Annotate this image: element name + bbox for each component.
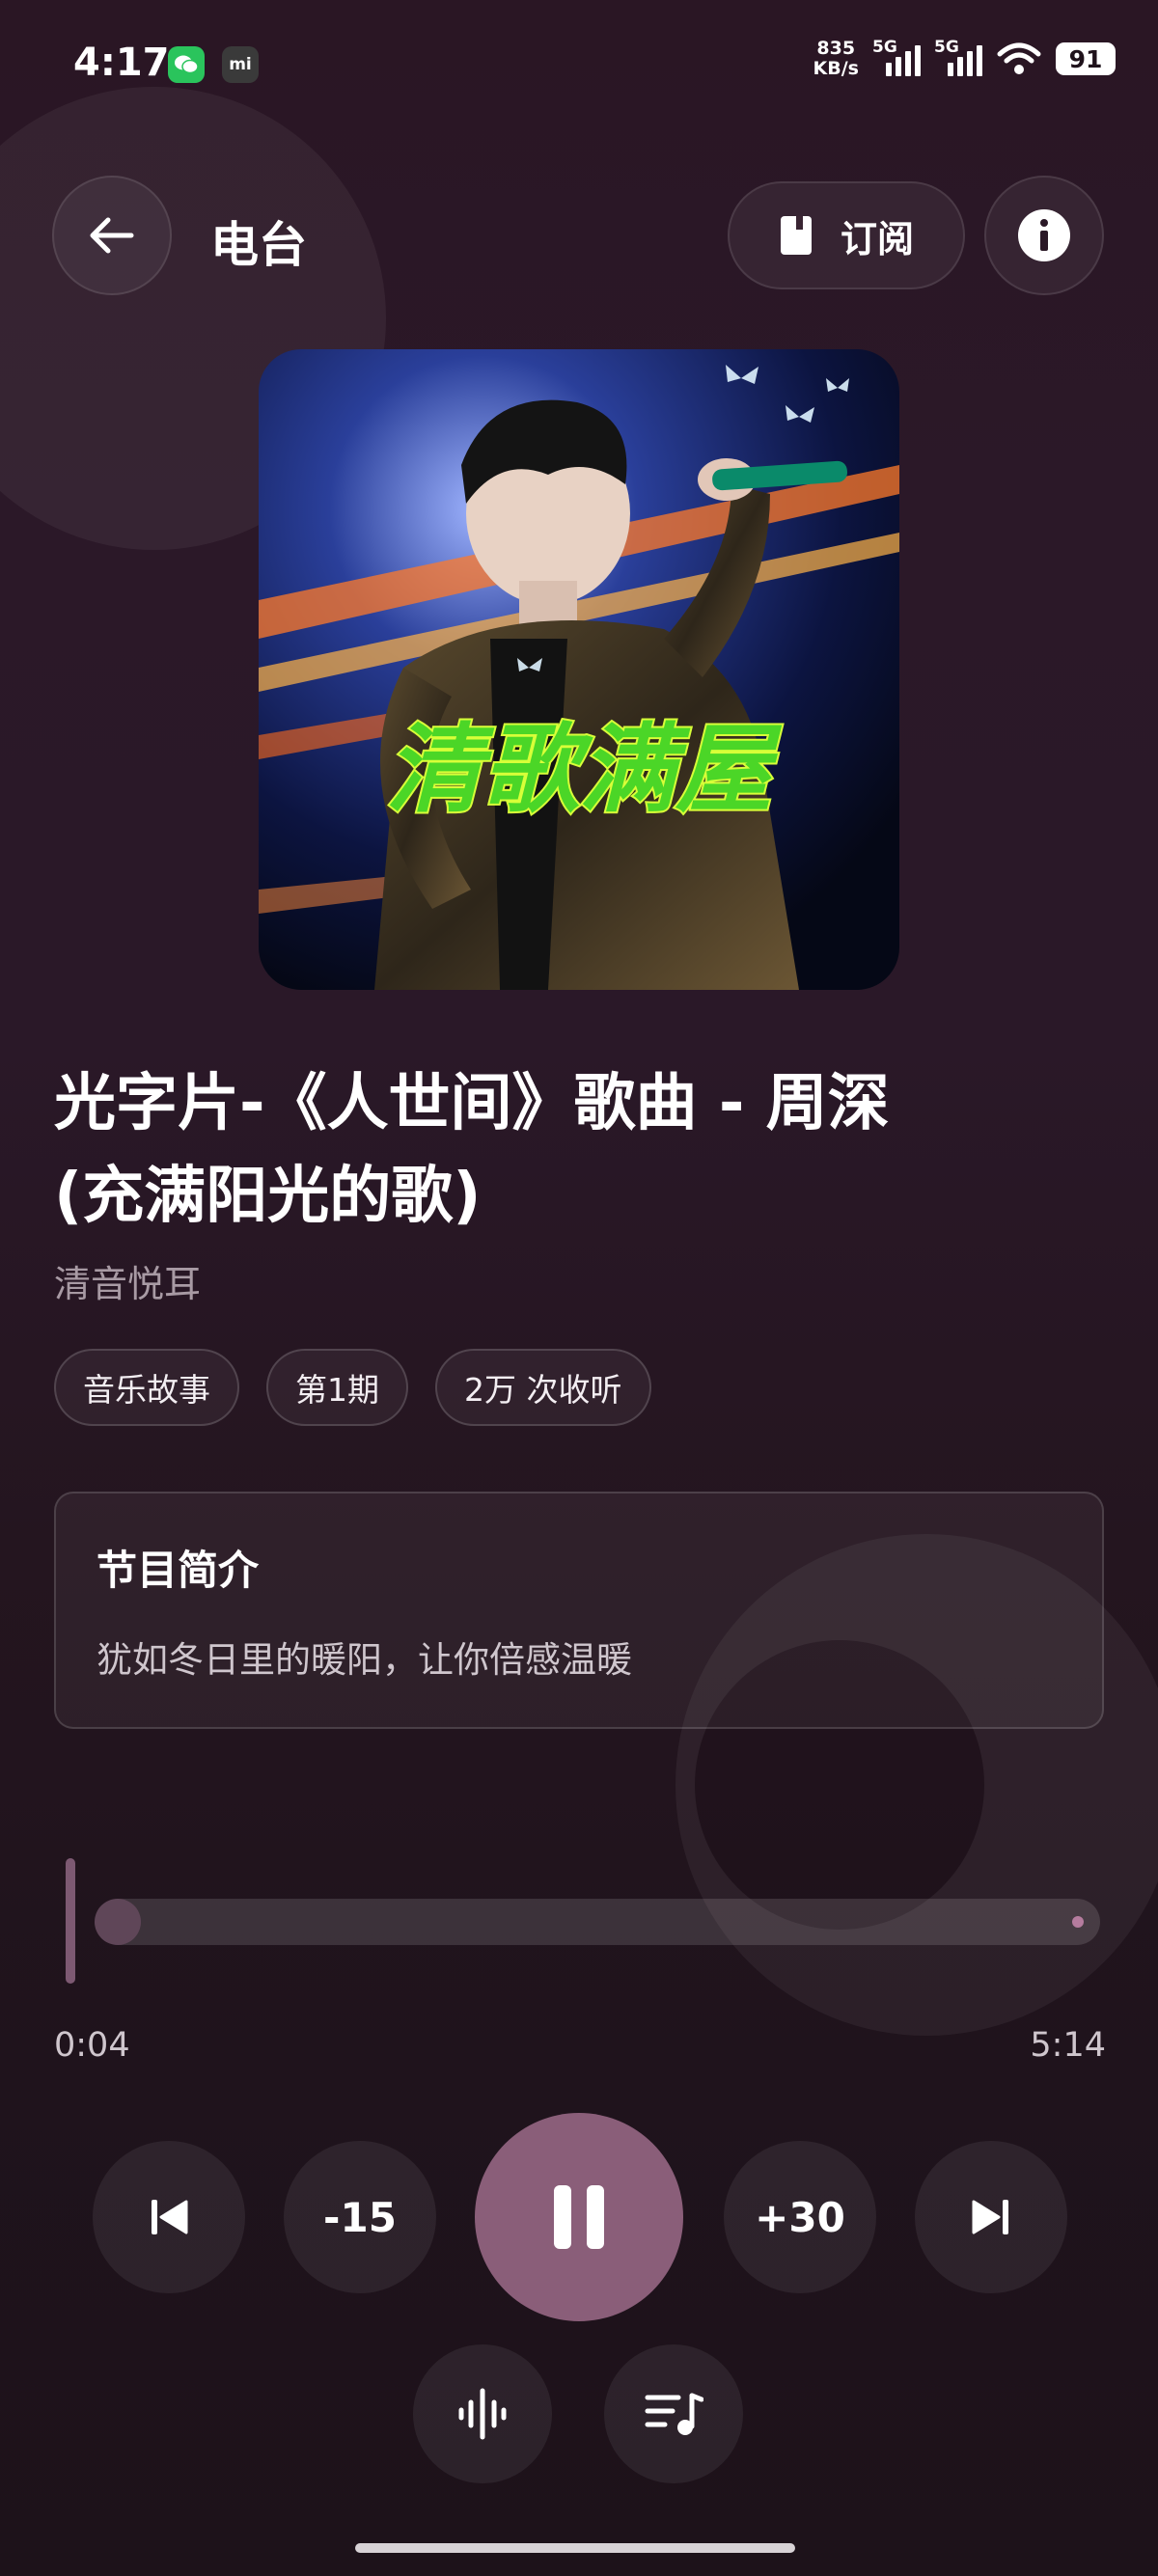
info-icon <box>1018 209 1070 261</box>
play-pause-button[interactable] <box>475 2113 683 2321</box>
subscribe-label: 订阅 <box>840 217 914 260</box>
intro-card: 节目简介 犹如冬日里的暖阳，让你倍感温暖 <box>54 1492 1104 1729</box>
rewind-label: -15 <box>323 2193 397 2241</box>
waveform-icon <box>458 2388 507 2440</box>
next-button[interactable] <box>915 2141 1067 2293</box>
back-button[interactable] <box>52 176 172 295</box>
battery-indicator: 91 <box>1056 42 1116 75</box>
wifi-icon <box>997 42 1041 74</box>
chip-listen-count: 2万 次收听 <box>435 1349 651 1426</box>
cover-art: 清歌满屋 <box>259 349 899 990</box>
mi-icon: mi <box>222 46 259 83</box>
forward-30-button[interactable]: +30 <box>724 2141 876 2293</box>
chip-category: 音乐故事 <box>54 1349 239 1426</box>
current-time: 0:04 <box>54 2026 130 2065</box>
progress-end-dot <box>1072 1916 1084 1928</box>
page-title: 电台 <box>210 217 307 273</box>
track-title: 光字片-《人世间》歌曲 - 周深 (充满阳光的歌) <box>54 1057 1096 1243</box>
signal-icon-2: 5G <box>934 38 982 76</box>
audio-effect-button[interactable] <box>413 2344 552 2483</box>
info-button[interactable] <box>984 176 1104 295</box>
status-time: 4:17 <box>73 41 170 85</box>
skip-previous-icon <box>152 2200 188 2234</box>
playlist-icon <box>645 2393 703 2435</box>
subscribe-button[interactable]: 订阅 <box>728 181 965 289</box>
forward-label: +30 <box>755 2193 845 2241</box>
wechat-icon <box>168 46 205 83</box>
track-title-line2: (充满阳光的歌) <box>54 1161 482 1232</box>
tag-chips: 音乐故事 第1期 2万 次收听 <box>54 1349 651 1426</box>
home-indicator[interactable] <box>355 2543 795 2553</box>
intro-heading: 节目简介 <box>96 1547 260 1594</box>
track-author[interactable]: 清音悦耳 <box>54 1254 201 1307</box>
cover-overlay-text: 清歌满屋 <box>386 712 783 826</box>
playlist-button[interactable] <box>604 2344 743 2483</box>
signal-icon: 5G <box>872 38 921 76</box>
progress-thumb[interactable] <box>66 1858 75 1984</box>
bookmark-icon <box>780 216 812 255</box>
progress-fill <box>95 1899 141 1945</box>
progress-track[interactable] <box>95 1899 1100 1945</box>
intro-text: 犹如冬日里的暖阳，让你倍感温暖 <box>96 1639 632 1681</box>
skip-next-icon <box>972 2200 1008 2234</box>
back-arrow-icon <box>90 217 134 254</box>
pause-icon <box>554 2185 604 2249</box>
previous-button[interactable] <box>93 2141 245 2293</box>
chip-episode: 第1期 <box>266 1349 408 1426</box>
track-title-line1: 光字片-《人世间》歌曲 - 周深 <box>54 1068 890 1139</box>
total-time: 5:14 <box>1030 2026 1106 2065</box>
net-speed: 835 KB/s <box>813 38 859 79</box>
status-indicators: 835 KB/s 5G 5G 91 <box>813 38 1116 79</box>
rewind-15-button[interactable]: -15 <box>284 2141 436 2293</box>
